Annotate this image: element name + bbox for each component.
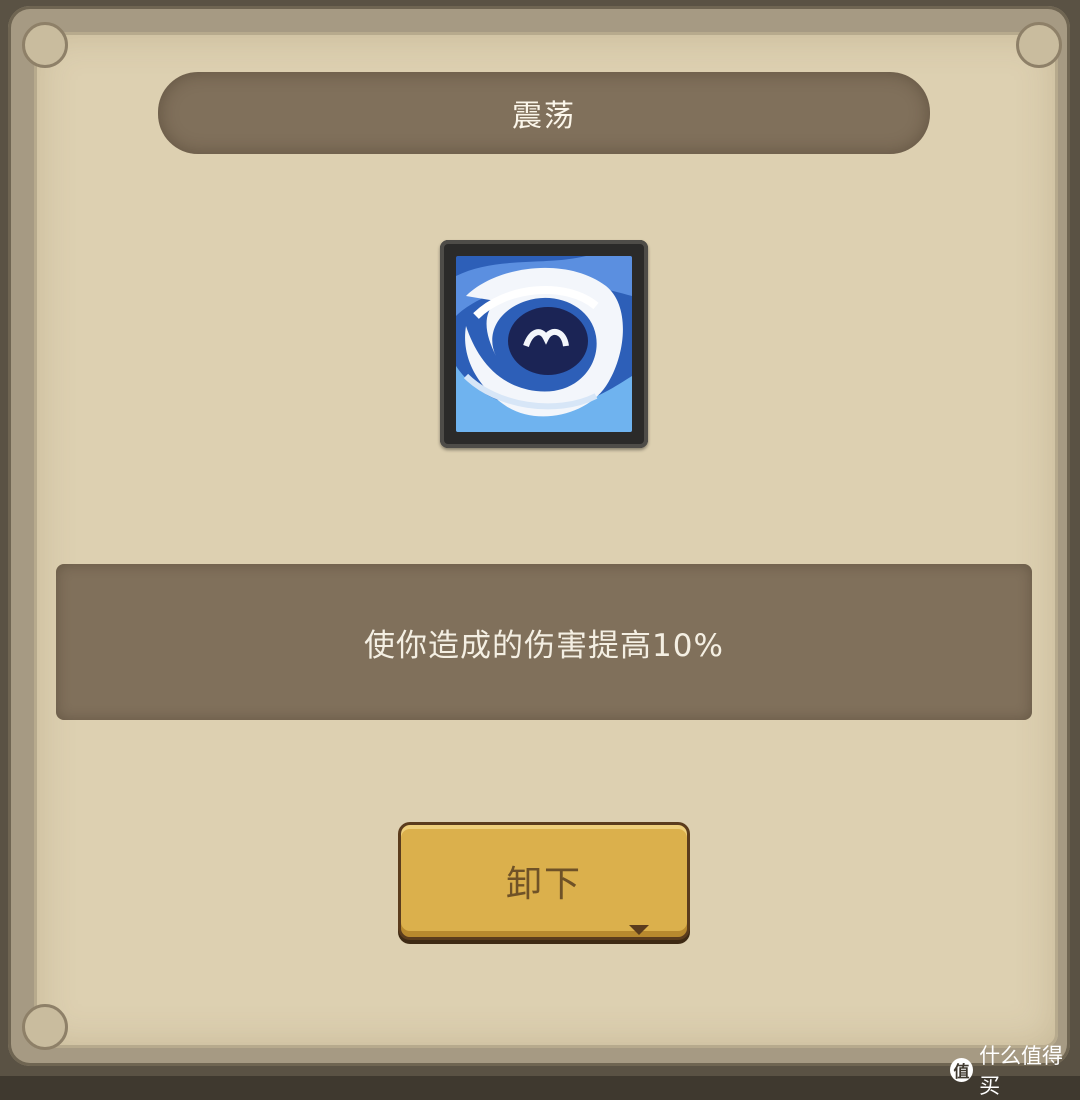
skill-description: 使你造成的伤害提高10% [364, 627, 724, 664]
unequip-button-label: 卸下 [505, 864, 582, 905]
water-vortex-icon [456, 256, 632, 432]
dialog-frame: 震荡 使你造成的伤害提高10% 卸下 值 什么值得买 [0, 0, 1080, 1098]
watermark-logo: 值 [950, 1058, 974, 1082]
dialog-title: 震荡 [512, 99, 576, 134]
description-banner: 使你造成的伤害提高10% [56, 564, 1032, 720]
watermark-text: 什么值得买 [979, 1044, 1064, 1098]
watermark: 值 什么值得买 [950, 1040, 1080, 1100]
unequip-button[interactable]: 卸下 [398, 822, 690, 940]
corner-ornament-top-right [1016, 22, 1062, 68]
corner-ornament-bottom-left [22, 1004, 68, 1050]
skill-icon-frame [440, 240, 648, 448]
title-banner: 震荡 [158, 72, 930, 154]
button-notch-decoration [629, 925, 649, 935]
corner-ornament-top-left [22, 22, 68, 68]
